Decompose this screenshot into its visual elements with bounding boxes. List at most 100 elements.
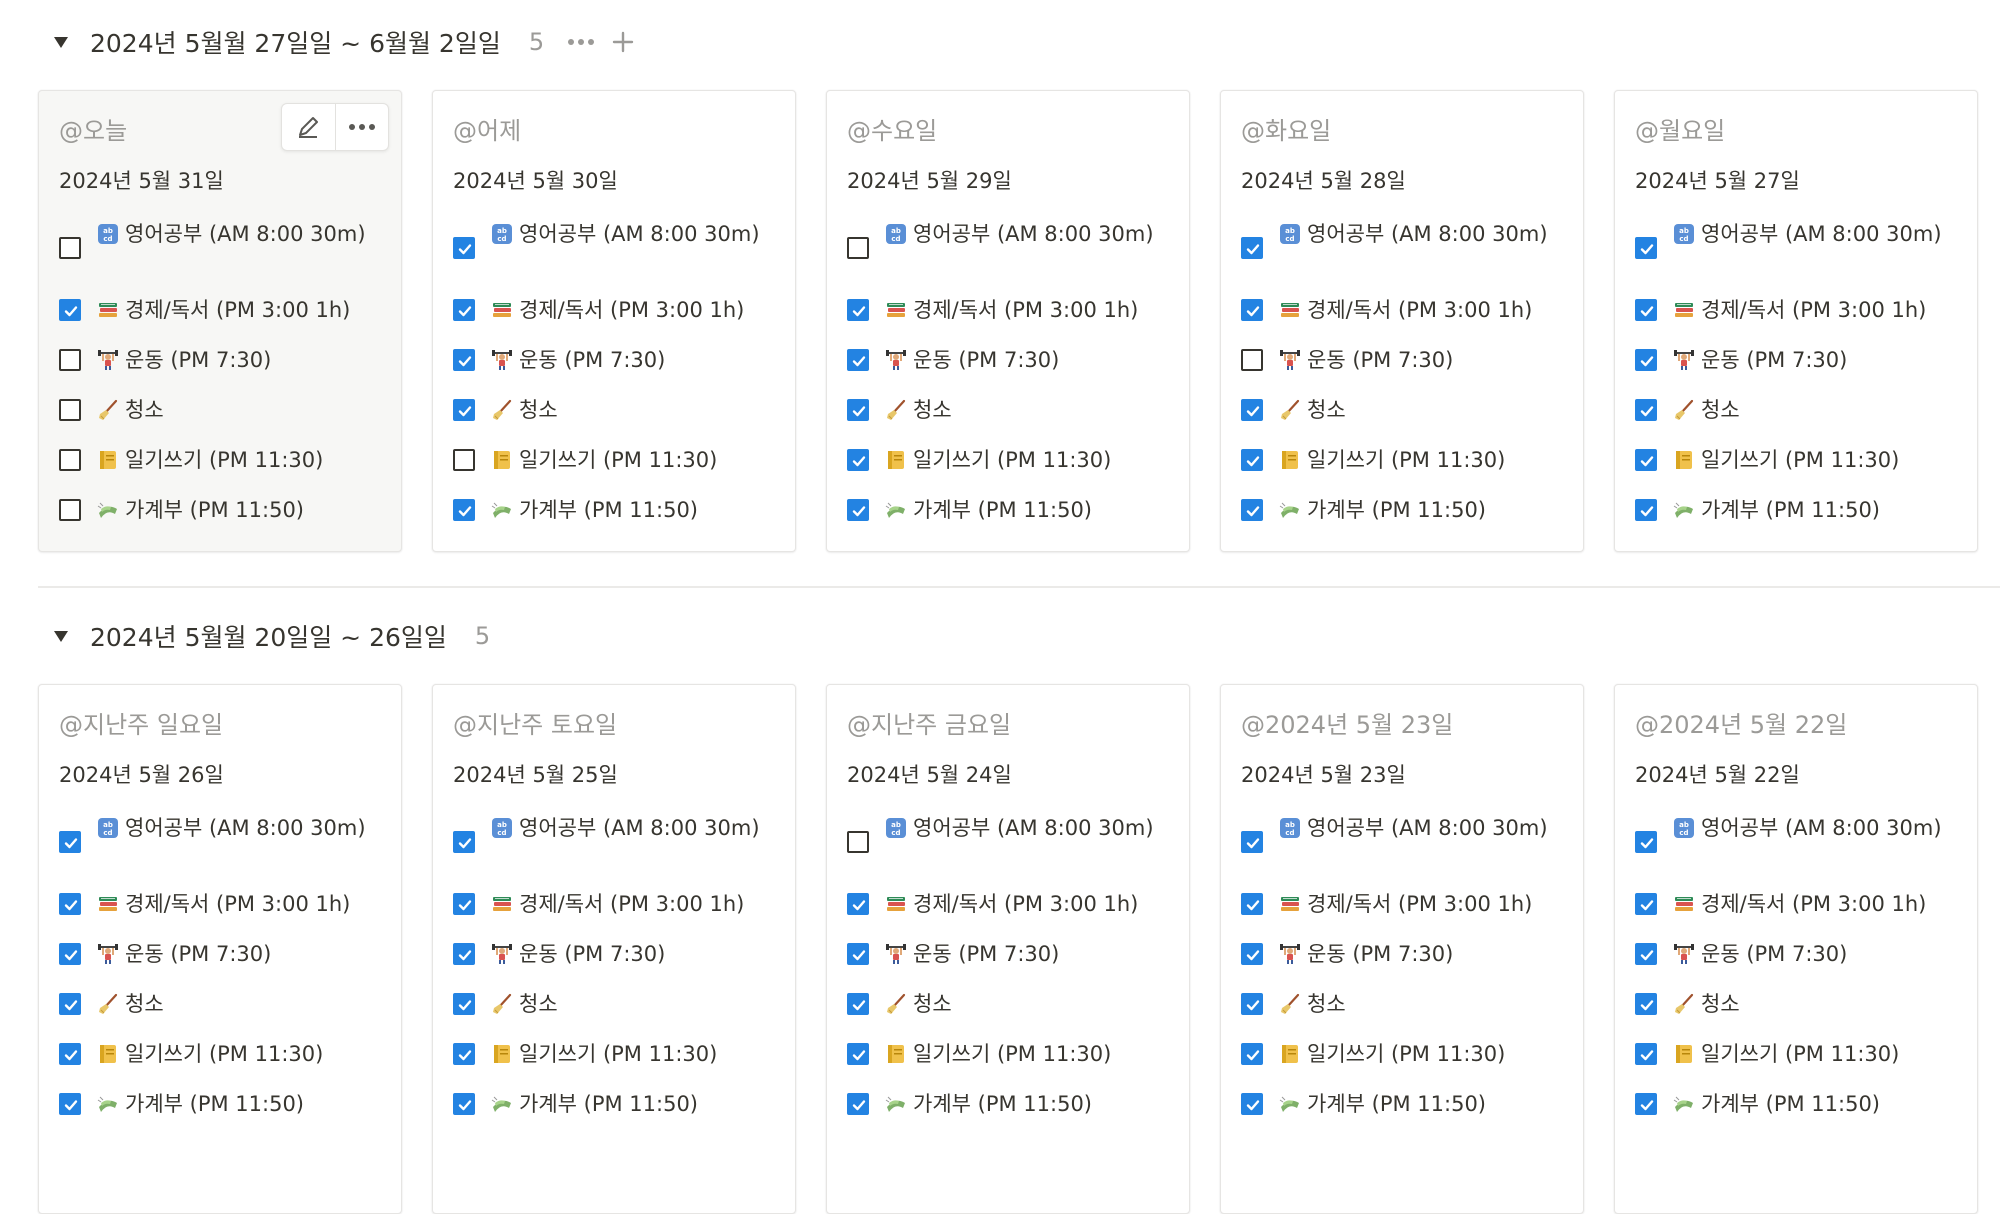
todo-checkbox[interactable] xyxy=(1635,993,1657,1015)
abcd-icon: ab cd xyxy=(491,223,513,245)
todo-checkbox[interactable] xyxy=(1635,299,1657,321)
more-options-icon[interactable] xyxy=(564,25,598,59)
todo-checkbox[interactable] xyxy=(453,1093,475,1115)
todo-checkbox[interactable] xyxy=(847,237,869,259)
todo-text: 경제/독서 (PM 3:00 1h) xyxy=(1673,887,1965,921)
todo-checkbox[interactable] xyxy=(1241,1093,1263,1115)
board-card[interactable]: @지난주 금요일 2024년 5월 24일 ab cd 영어공부 (AM 8:00 30… xyxy=(826,684,1190,1214)
todo-item: 운동 (PM 7:30) xyxy=(1241,937,1571,971)
todo-checkbox[interactable] xyxy=(847,993,869,1015)
todo-checkbox[interactable] xyxy=(453,299,475,321)
todo-checkbox[interactable] xyxy=(1635,831,1657,853)
todo-checkbox[interactable] xyxy=(847,399,869,421)
board-card[interactable]: @화요일 2024년 5월 28일 ab cd 영어공부 (AM 8:00 30m) 경제… xyxy=(1220,90,1584,552)
todo-checkbox[interactable] xyxy=(453,499,475,521)
weightlifter-icon xyxy=(491,349,513,371)
todo-checkbox[interactable] xyxy=(847,299,869,321)
books-icon xyxy=(97,893,119,915)
todo-checkbox[interactable] xyxy=(59,237,81,259)
todo-checkbox[interactable] xyxy=(1635,1093,1657,1115)
todo-checkbox[interactable] xyxy=(847,831,869,853)
board-card[interactable]: @월요일 2024년 5월 27일 ab cd 영어공부 (AM 8:00 30m) 경제… xyxy=(1614,90,1978,552)
todo-checkbox[interactable] xyxy=(453,349,475,371)
todo-checkbox[interactable] xyxy=(847,1043,869,1065)
todo-item: 경제/독서 (PM 3:00 1h) xyxy=(453,887,783,921)
todo-label: 청소 xyxy=(1307,992,1346,1016)
todo-checkbox[interactable] xyxy=(847,1093,869,1115)
todo-checkbox[interactable] xyxy=(1635,893,1657,915)
add-icon[interactable] xyxy=(606,25,640,59)
todo-checkbox[interactable] xyxy=(1241,943,1263,965)
card-more-icon[interactable] xyxy=(334,104,389,150)
ledger-icon xyxy=(491,449,513,471)
todo-label: 영어공부 (AM 8:00 30m) xyxy=(913,222,1154,246)
todo-checkbox[interactable] xyxy=(1241,893,1263,915)
abcd-icon: ab cd xyxy=(1673,817,1695,839)
board-card[interactable]: @2024년 5월 22일 2024년 5월 22일 ab cd 영어공부 (AM 8:… xyxy=(1614,684,1978,1214)
todo-checkbox[interactable] xyxy=(59,1093,81,1115)
todo-checkbox[interactable] xyxy=(1635,499,1657,521)
todo-checkbox[interactable] xyxy=(1241,349,1263,371)
board-card[interactable]: @지난주 일요일 2024년 5월 26일 ab cd 영어공부 (AM 8:00 30… xyxy=(38,684,402,1214)
todo-checkbox[interactable] xyxy=(1241,499,1263,521)
todo-checkbox[interactable] xyxy=(1635,449,1657,471)
todo-text: 경제/독서 (PM 3:00 1h) xyxy=(885,887,1177,921)
todo-checkbox[interactable] xyxy=(847,943,869,965)
todo-checkbox[interactable] xyxy=(847,349,869,371)
collapse-toggle-icon[interactable] xyxy=(50,31,72,53)
todo-checkbox[interactable] xyxy=(453,831,475,853)
todo-text: 운동 (PM 7:30) xyxy=(97,937,389,971)
svg-text:ab: ab xyxy=(497,227,507,235)
collapse-toggle-icon[interactable] xyxy=(50,625,72,647)
todo-checkbox[interactable] xyxy=(453,449,475,471)
todo-checkbox[interactable] xyxy=(847,499,869,521)
flying-money-icon xyxy=(1673,499,1695,521)
todo-checkbox[interactable] xyxy=(59,499,81,521)
todo-checkbox[interactable] xyxy=(1241,1043,1263,1065)
todo-checkbox[interactable] xyxy=(453,943,475,965)
todo-checkbox[interactable] xyxy=(847,893,869,915)
todo-checkbox[interactable] xyxy=(453,993,475,1015)
board-card[interactable]: @어제 2024년 5월 30일 ab cd 영어공부 (AM 8:00 30m) 경제/… xyxy=(432,90,796,552)
todo-checkbox[interactable] xyxy=(1635,943,1657,965)
todo-label: 운동 (PM 7:30) xyxy=(1701,348,1848,372)
todo-checkbox[interactable] xyxy=(453,237,475,259)
todo-checkbox[interactable] xyxy=(1241,831,1263,853)
board-card[interactable]: @수요일 2024년 5월 29일 ab cd 영어공부 (AM 8:00 30m) 경제… xyxy=(826,90,1190,552)
todo-checkbox[interactable] xyxy=(1635,1043,1657,1065)
board-card[interactable]: @오늘 2024년 5월 31일 ab cd 영어공부 (AM 8:00 30m) 경제/… xyxy=(38,90,402,552)
todo-checkbox[interactable] xyxy=(59,993,81,1015)
todo-checkbox[interactable] xyxy=(59,1043,81,1065)
card-title: @지난주 금요일 xyxy=(847,711,1012,739)
edit-icon[interactable] xyxy=(282,104,335,150)
todo-label: 경제/독서 (PM 3:00 1h) xyxy=(519,298,745,322)
todo-checkbox[interactable] xyxy=(59,943,81,965)
svg-text:cd: cd xyxy=(103,235,112,243)
todo-checkbox[interactable] xyxy=(1635,349,1657,371)
todo-checkbox[interactable] xyxy=(1241,399,1263,421)
todo-checkbox[interactable] xyxy=(59,449,81,471)
todo-checkbox[interactable] xyxy=(59,299,81,321)
todo-checkbox[interactable] xyxy=(1241,237,1263,259)
todo-checkbox[interactable] xyxy=(59,831,81,853)
board-card[interactable]: @지난주 토요일 2024년 5월 25일 ab cd 영어공부 (AM 8:00 30… xyxy=(432,684,796,1214)
svg-text:ab: ab xyxy=(1679,821,1689,829)
todo-checkbox[interactable] xyxy=(59,399,81,421)
todo-checkbox[interactable] xyxy=(453,893,475,915)
todo-item: 일기쓰기 (PM 11:30) xyxy=(1635,1037,1965,1071)
todo-checkbox[interactable] xyxy=(59,349,81,371)
todo-text: ab cd 영어공부 (AM 8:00 30m) xyxy=(491,217,783,251)
todo-checkbox[interactable] xyxy=(453,1043,475,1065)
todo-item: 가계부 (PM 11:50) xyxy=(453,1087,783,1121)
todo-checkbox[interactable] xyxy=(1635,237,1657,259)
todo-checkbox[interactable] xyxy=(59,893,81,915)
board-card[interactable]: @2024년 5월 23일 2024년 5월 23일 ab cd 영어공부 (AM 8:… xyxy=(1220,684,1584,1214)
abcd-icon: ab cd xyxy=(491,817,513,839)
todo-checkbox[interactable] xyxy=(847,449,869,471)
todo-checkbox[interactable] xyxy=(1241,299,1263,321)
todo-checkbox[interactable] xyxy=(1241,993,1263,1015)
todo-checkbox[interactable] xyxy=(1635,399,1657,421)
broom-icon xyxy=(491,399,513,421)
todo-checkbox[interactable] xyxy=(1241,449,1263,471)
todo-checkbox[interactable] xyxy=(453,399,475,421)
